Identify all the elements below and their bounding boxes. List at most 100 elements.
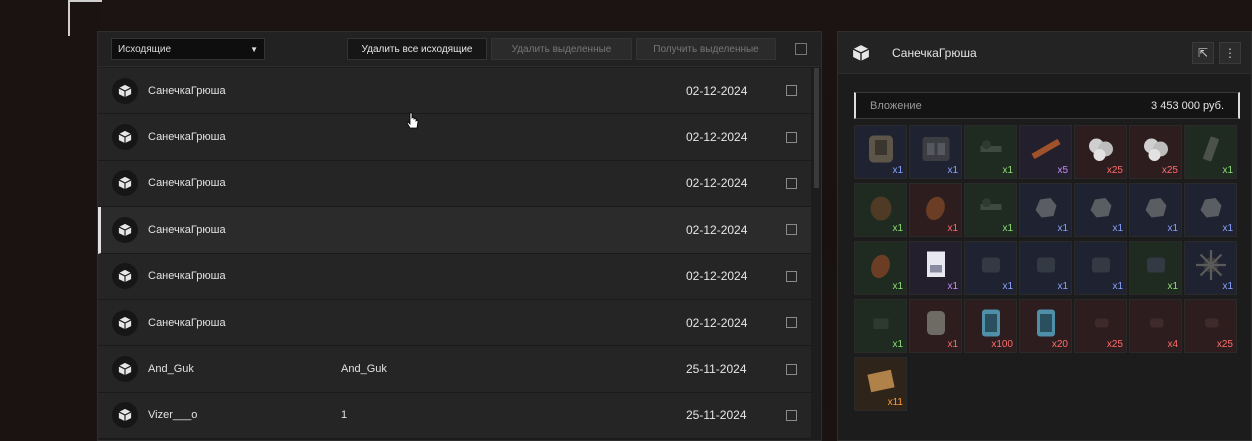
package-icon [112, 124, 138, 151]
attachment-item[interactable]: x1 [1074, 241, 1127, 295]
mail-row[interactable]: And_Guk And_Guk 25-11-2024 [98, 346, 811, 393]
mail-row-checkbox[interactable] [786, 224, 797, 236]
canister-icon [926, 311, 945, 336]
mail-row-checkbox[interactable] [786, 409, 797, 421]
attachment-item[interactable]: x1 [1184, 183, 1237, 237]
rig-icon [922, 137, 949, 162]
mail-rows: СанечкаГрюша 02-12-2024 СанечкаГрюша 02-12-… [98, 68, 811, 440]
device-icon [1036, 257, 1055, 273]
attachment-item[interactable]: x1 [1184, 125, 1237, 179]
item-quantity: x20 [1051, 339, 1068, 350]
attachment-item[interactable]: x11 [854, 357, 907, 411]
attachment-item[interactable]: x1 [1074, 183, 1127, 237]
attachment-item[interactable]: x1 [909, 241, 962, 295]
attachment-item[interactable]: x4 [1129, 299, 1182, 353]
attachment-item[interactable]: x1 [1129, 241, 1182, 295]
mail-row-checkbox[interactable] [786, 317, 797, 329]
rock-icon [1035, 198, 1056, 218]
attachment-grid: x1 x1 x1 x5 x25 x25 x1 x1 x1 x1 x1 x1 x1 x1 x1 x1 x1 x1 x1… [854, 125, 1237, 411]
item-quantity: x25 [1161, 165, 1178, 176]
attachment-item[interactable]: x1 [1019, 183, 1072, 237]
mail-row[interactable]: СанечкаГрюша 02-12-2024 [98, 299, 811, 347]
item-quantity: x1 [947, 223, 958, 234]
mail-sender: СанечкаГрюша [148, 223, 226, 236]
mail-detail-panel: СанечкаГрюша ⇱ ⋮ Вложение 3 453 000 руб.… [837, 31, 1252, 441]
attachment-item[interactable]: x1 [964, 241, 1017, 295]
mail-date: 02-12-2024 [686, 130, 748, 145]
item-quantity: x1 [1002, 223, 1013, 234]
chevron-down-icon: ▼ [250, 44, 258, 54]
attachment-item[interactable]: x25 [1184, 299, 1237, 353]
mail-row-checkbox[interactable] [786, 177, 797, 189]
package-icon [112, 263, 138, 290]
item-quantity: x1 [1167, 223, 1178, 234]
mail-row-checkbox[interactable] [786, 131, 797, 143]
device-icon [981, 257, 1000, 273]
item-quantity: x1 [947, 339, 958, 350]
mail-row[interactable]: СанечкаГрюша 02-12-2024 [98, 160, 811, 208]
scope-icon [980, 198, 1001, 211]
item-quantity: x1 [1112, 281, 1123, 292]
mail-sender: СанечкаГрюша [148, 316, 226, 329]
attachment-item[interactable]: x1 [909, 125, 962, 179]
attachment-item[interactable]: x1 [964, 125, 1017, 179]
mail-row[interactable]: СанечкаГрюша 02-12-2024 [98, 253, 811, 300]
attachment-item[interactable]: x1 [964, 183, 1017, 237]
scrollbar[interactable] [814, 68, 819, 188]
detail-title: СанечкаГрюша [892, 45, 977, 60]
mail-row[interactable]: Vizer___o 1 25-11-2024 [98, 392, 811, 440]
select-all-checkbox[interactable] [795, 43, 807, 55]
grenade-icon [925, 197, 945, 221]
attachment-item[interactable]: x1 [909, 299, 962, 353]
attachment-item[interactable]: x25 [1074, 125, 1127, 179]
attachment-label: Вложение [870, 99, 922, 112]
mail-list-panel: Исходящие ▼ Удалить все исходящие Удалит… [97, 31, 822, 441]
mail-row[interactable]: СанечкаГрюша 02-12-2024 [98, 114, 811, 161]
mail-row-checkbox[interactable] [786, 85, 797, 97]
attachment-item[interactable]: x20 [1019, 299, 1072, 353]
mail-sender: СанечкаГрюша [148, 270, 226, 283]
package-icon [112, 356, 138, 383]
receive-selected-button[interactable]: Получить выделенные [636, 38, 776, 60]
attachment-item[interactable]: x1 [1129, 183, 1182, 237]
item-quantity: x1 [892, 223, 903, 234]
attachment-item[interactable]: x25 [1129, 125, 1182, 179]
item-quantity: x25 [1216, 339, 1233, 350]
mail-row-checkbox[interactable] [786, 363, 797, 375]
attachment-item[interactable]: x25 [1074, 299, 1127, 353]
attachment-item[interactable]: x1 [854, 299, 907, 353]
device-icon [1091, 257, 1110, 273]
more-options-button[interactable]: ⋮ [1219, 42, 1241, 64]
attachment-item[interactable]: x1 [854, 125, 907, 179]
package-icon [112, 170, 138, 197]
attachment-item[interactable]: x5 [1019, 125, 1072, 179]
mail-toolbar: Исходящие ▼ Удалить все исходящие Удалит… [98, 32, 821, 67]
item-quantity: x100 [991, 339, 1013, 350]
mail-sender: Vizer___o [148, 409, 198, 422]
rock-icon [1090, 198, 1111, 218]
mail-sender: And_Guk [148, 363, 194, 376]
external-link-button[interactable]: ⇱ [1192, 42, 1214, 64]
attachment-icon [873, 318, 888, 330]
delete-all-button[interactable]: Удалить все исходящие [347, 38, 487, 60]
delete-selected-button[interactable]: Удалить выделенные [491, 38, 632, 60]
mail-filter-select[interactable]: Исходящие ▼ [111, 38, 265, 60]
item-quantity: x1 [1167, 281, 1178, 292]
mail-row-checkbox[interactable] [786, 270, 797, 282]
attachment-item[interactable]: x1 [1019, 241, 1072, 295]
more-vertical-icon: ⋮ [1224, 46, 1236, 60]
mail-row[interactable]: СанечкаГрюша 02-12-2024 [98, 68, 811, 115]
armor-vest-icon [868, 135, 893, 163]
mail-date: 02-12-2024 [686, 176, 748, 191]
attachment-item[interactable]: x100 [964, 299, 1017, 353]
background-left [0, 0, 100, 441]
item-quantity: x1 [947, 281, 958, 292]
attachment-item[interactable]: x1 [909, 183, 962, 237]
attachment-item[interactable]: x1 [1184, 241, 1237, 295]
package-icon [112, 309, 138, 336]
mail-date: 02-12-2024 [686, 83, 748, 98]
attachment-item[interactable]: x1 [854, 183, 907, 237]
mail-row[interactable]: СанечкаГрюша 02-12-2024 [98, 207, 811, 254]
attachment-item[interactable]: x1 [854, 241, 907, 295]
item-quantity: x1 [1112, 223, 1123, 234]
